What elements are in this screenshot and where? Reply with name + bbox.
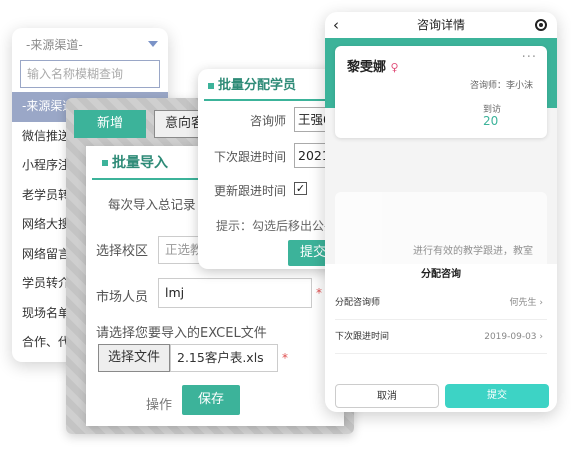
update-followup-label: 更新跟进时间 xyxy=(213,184,286,198)
row-value: 2019-09-03 › xyxy=(484,332,543,342)
back-arrow-icon[interactable]: ‹ xyxy=(333,12,339,38)
next-followup-label: 下次跟进时间 xyxy=(213,150,286,164)
square-bullet-icon xyxy=(102,160,108,166)
nav-bar: ‹ 咨询详情 xyxy=(325,12,557,38)
assign-consult-sheet: 分配咨询 分配咨询师 何先生 › 下次跟进时间 2019-09-03 › 取消 … xyxy=(325,264,557,412)
file-prompt: 请选择您要导入的EXCEL文件 xyxy=(96,326,267,341)
female-icon: ♀ xyxy=(390,61,399,74)
mobile-consult-detail: ‹ 咨询详情 黎雯娜 ♀ ··· 咨询师：李小沫 到访 20 进行有效的教学跟进… xyxy=(325,12,557,412)
dialog-title-text: 批量导入 xyxy=(112,155,168,171)
required-mark: * xyxy=(316,286,322,300)
file-name-field: 2.15客户表.xls xyxy=(170,344,278,372)
background-text: 进行有效的教学跟进，教室 xyxy=(413,246,533,257)
marketer-label: 市场人员 xyxy=(96,290,149,305)
update-followup-checkbox[interactable]: ✓ xyxy=(294,182,307,195)
row-value: 何先生 › xyxy=(509,298,543,308)
operation-label: 操作 xyxy=(146,398,173,413)
background-content: 进行有效的教学跟进，教室 xyxy=(335,192,547,272)
add-button[interactable]: 新增 xyxy=(74,110,146,138)
student-name: 黎雯娜 ♀ xyxy=(347,56,399,75)
student-name-text: 黎雯娜 xyxy=(347,60,387,75)
nav-title: 咨询详情 xyxy=(416,18,465,32)
required-mark: * xyxy=(282,351,288,365)
choose-file-button[interactable]: 选择文件 xyxy=(98,344,170,372)
square-bullet-icon xyxy=(208,82,214,89)
row-label: 下次跟进时间 xyxy=(335,332,390,342)
student-profile-card: 黎雯娜 ♀ ··· 咨询师：李小沫 到访 20 xyxy=(335,46,547,138)
cancel-button[interactable]: 取消 xyxy=(335,384,439,408)
import-note: 每次导入总记录 xyxy=(108,197,196,212)
counselor-text: 咨询师：李小沫 xyxy=(469,81,533,91)
caret-down-icon[interactable] xyxy=(148,41,158,47)
counselor-label: 咨询师 xyxy=(249,114,286,128)
marketer-input[interactable]: lmj xyxy=(158,278,312,308)
source-channel-select[interactable]: -来源渠道- xyxy=(20,32,160,58)
more-icon[interactable]: ··· xyxy=(522,50,537,65)
search-input[interactable]: 输入名称模糊查询 xyxy=(20,60,160,88)
sheet-title: 分配咨询 xyxy=(421,269,461,280)
sheet-row-next-followup[interactable]: 下次跟进时间 2019-09-03 › xyxy=(335,320,547,354)
sheet-row-counselor[interactable]: 分配咨询师 何先生 › xyxy=(335,286,547,320)
campus-label: 选择校区 xyxy=(96,244,149,259)
visit-count: 20 xyxy=(483,114,499,128)
capture-icon[interactable] xyxy=(535,19,547,31)
submit-button[interactable]: 提交 xyxy=(445,384,549,408)
dialog-title-text: 批量分配学员 xyxy=(218,78,297,93)
row-label: 分配咨询师 xyxy=(335,298,381,308)
save-button[interactable]: 保存 xyxy=(182,385,240,415)
source-channel-select-label: -来源渠道- xyxy=(26,38,83,52)
